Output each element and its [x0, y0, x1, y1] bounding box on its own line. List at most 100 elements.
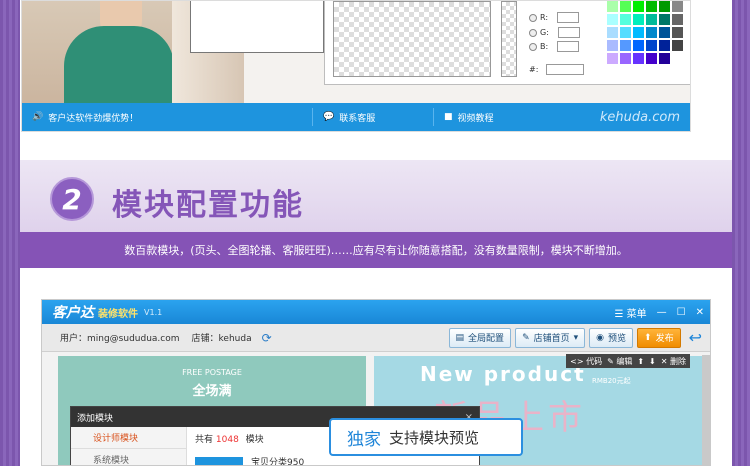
user-label: 用户：ming@sududua.com [60, 334, 180, 344]
color-swatch[interactable] [620, 27, 631, 38]
preview-button[interactable]: ◉ 预览 [589, 327, 634, 348]
r-label: R: [540, 13, 549, 22]
sidebar-item-designer[interactable]: 设计师模块 [71, 427, 186, 449]
color-swatch[interactable] [633, 53, 644, 64]
hex-input[interactable] [546, 64, 585, 75]
color-swatch[interactable] [620, 1, 631, 12]
edit-label: 编辑 [616, 356, 633, 366]
hex-label: #: [529, 65, 539, 74]
app-screenshot: 客户达 装修软件 V1.1 ☰ 菜单 — ☐ ✕ 用户：ming@sududua… [41, 299, 711, 466]
shop-home-select[interactable]: ✎ 店铺首页 ▾ [515, 327, 586, 348]
top-screenshot: R: G: B: #: 🔊 客户达软件劲爆优势！ 💬 联系客服 ■ 视频教程 k… [21, 0, 691, 132]
section-header: 2 模块配置功能 [20, 160, 732, 232]
color-swatch[interactable] [646, 14, 657, 25]
toolbar-buttons: ▤ 全局配置 ✎ 店铺首页 ▾ ◉ 预览 ⬆ 发布 ↩ [448, 327, 702, 348]
close-icon[interactable]: ✕ [696, 307, 704, 318]
app-version: V1.1 [144, 307, 163, 317]
swatch-grid [607, 1, 683, 64]
color-swatch[interactable] [659, 1, 670, 12]
sidebar-item-system[interactable]: 系统模块 [71, 449, 186, 465]
color-swatch[interactable] [607, 53, 618, 64]
new-product-text: New product [420, 362, 586, 386]
color-swatch[interactable] [659, 14, 670, 25]
edit-icon: ✎ [522, 332, 530, 343]
publish-label: 发布 [655, 334, 674, 344]
section-subtitle-band: 数百款模块，(页头、全图轮播、客服旺旺)……应有尽有让你随意搭配，没有数量限制，… [20, 232, 732, 268]
count-suffix: 模块 [245, 435, 264, 445]
upload-icon: ⬆ [644, 332, 652, 343]
color-swatch[interactable] [620, 14, 631, 25]
photo-shirt [64, 26, 174, 103]
color-swatch[interactable] [672, 40, 683, 51]
color-swatch[interactable] [620, 40, 631, 51]
color-swatch[interactable] [607, 40, 618, 51]
shop-label: 店铺：kehuda [191, 334, 252, 344]
promo-item[interactable]: 🔊 客户达软件劲爆优势！ [22, 111, 312, 124]
chevron-down-icon: ▾ [573, 332, 579, 343]
video-item[interactable]: ■ 视频教程 [434, 111, 494, 124]
g-radio[interactable] [529, 28, 537, 37]
info-bar: 🔊 客户达软件劲爆优势！ 💬 联系客服 ■ 视频教程 kehuda.com [22, 103, 690, 131]
color-swatch[interactable] [646, 40, 657, 51]
color-swatch[interactable] [672, 1, 683, 12]
b-row: B: [529, 41, 580, 52]
minimize-icon[interactable]: — [657, 307, 667, 318]
color-swatch[interactable] [672, 53, 683, 64]
b-radio[interactable] [529, 42, 537, 51]
color-swatch[interactable] [672, 27, 683, 38]
dialog-title: 添加模块 [77, 413, 114, 424]
color-swatch[interactable] [607, 14, 618, 25]
r-row: R: [529, 12, 580, 23]
color-swatch[interactable] [659, 53, 670, 64]
app-titlebar: 客户达 装修软件 V1.1 ☰ 菜单 — ☐ ✕ [42, 300, 710, 324]
color-swatch[interactable] [607, 27, 618, 38]
r-radio[interactable] [529, 13, 537, 22]
speaker-icon: 🔊 [32, 112, 44, 122]
feature-callout: 独家 支持模块预览 [329, 418, 523, 456]
move-up-icon[interactable]: ⬆ [637, 357, 644, 366]
color-swatch[interactable] [646, 53, 657, 64]
code-button[interactable]: <> 代码 [570, 356, 602, 367]
r-input[interactable] [557, 12, 580, 23]
global-config-button[interactable]: ▤ 全局配置 [448, 327, 512, 348]
module-count: 共有 1048 模块 [195, 427, 304, 445]
menu-button[interactable]: ☰ 菜单 [614, 305, 646, 320]
full-free-text: 全场满 [192, 384, 232, 399]
eye-icon: ◉ [596, 332, 605, 343]
delete-button[interactable]: ✕ 删除 [661, 356, 686, 367]
alpha-slider[interactable] [501, 1, 517, 77]
menu-label: 菜单 [626, 308, 647, 320]
color-swatch[interactable] [646, 27, 657, 38]
chat-icon: 💬 [323, 112, 335, 122]
shop-home-label: 店铺首页 [533, 334, 570, 344]
color-swatch[interactable] [659, 40, 670, 51]
color-canvas[interactable] [333, 1, 491, 77]
color-swatch[interactable] [633, 40, 644, 51]
b-input[interactable] [557, 41, 580, 52]
refresh-icon[interactable]: ⟳ [262, 331, 272, 345]
color-swatch[interactable] [607, 1, 618, 12]
color-swatch[interactable] [646, 1, 657, 12]
publish-button[interactable]: ⬆ 发布 [637, 327, 681, 348]
video-text: 视频教程 [457, 113, 494, 124]
maximize-icon[interactable]: ☐ [677, 307, 686, 318]
color-swatch[interactable] [659, 27, 670, 38]
move-down-icon[interactable]: ⬇ [649, 357, 656, 366]
count-prefix: 共有 [195, 435, 214, 445]
edit-button[interactable]: ✎ 编辑 [607, 356, 632, 367]
service-item[interactable]: 💬 联系客服 [313, 111, 433, 124]
color-picker: R: G: B: #: [324, 1, 690, 85]
undo-icon[interactable]: ↩ [689, 328, 702, 347]
code-label: 代码 [586, 356, 603, 366]
g-label: G: [540, 28, 549, 37]
preview-label: 预览 [608, 334, 627, 344]
color-swatch[interactable] [672, 14, 683, 25]
color-swatch[interactable] [633, 14, 644, 25]
canvas-scrollbar[interactable] [702, 355, 710, 465]
color-swatch[interactable] [633, 1, 644, 12]
color-swatch[interactable] [620, 53, 631, 64]
service-text: 联系客服 [339, 113, 376, 124]
module-list-item[interactable]: 宝贝分类950 [195, 455, 304, 465]
color-swatch[interactable] [633, 27, 644, 38]
g-input[interactable] [557, 27, 580, 38]
